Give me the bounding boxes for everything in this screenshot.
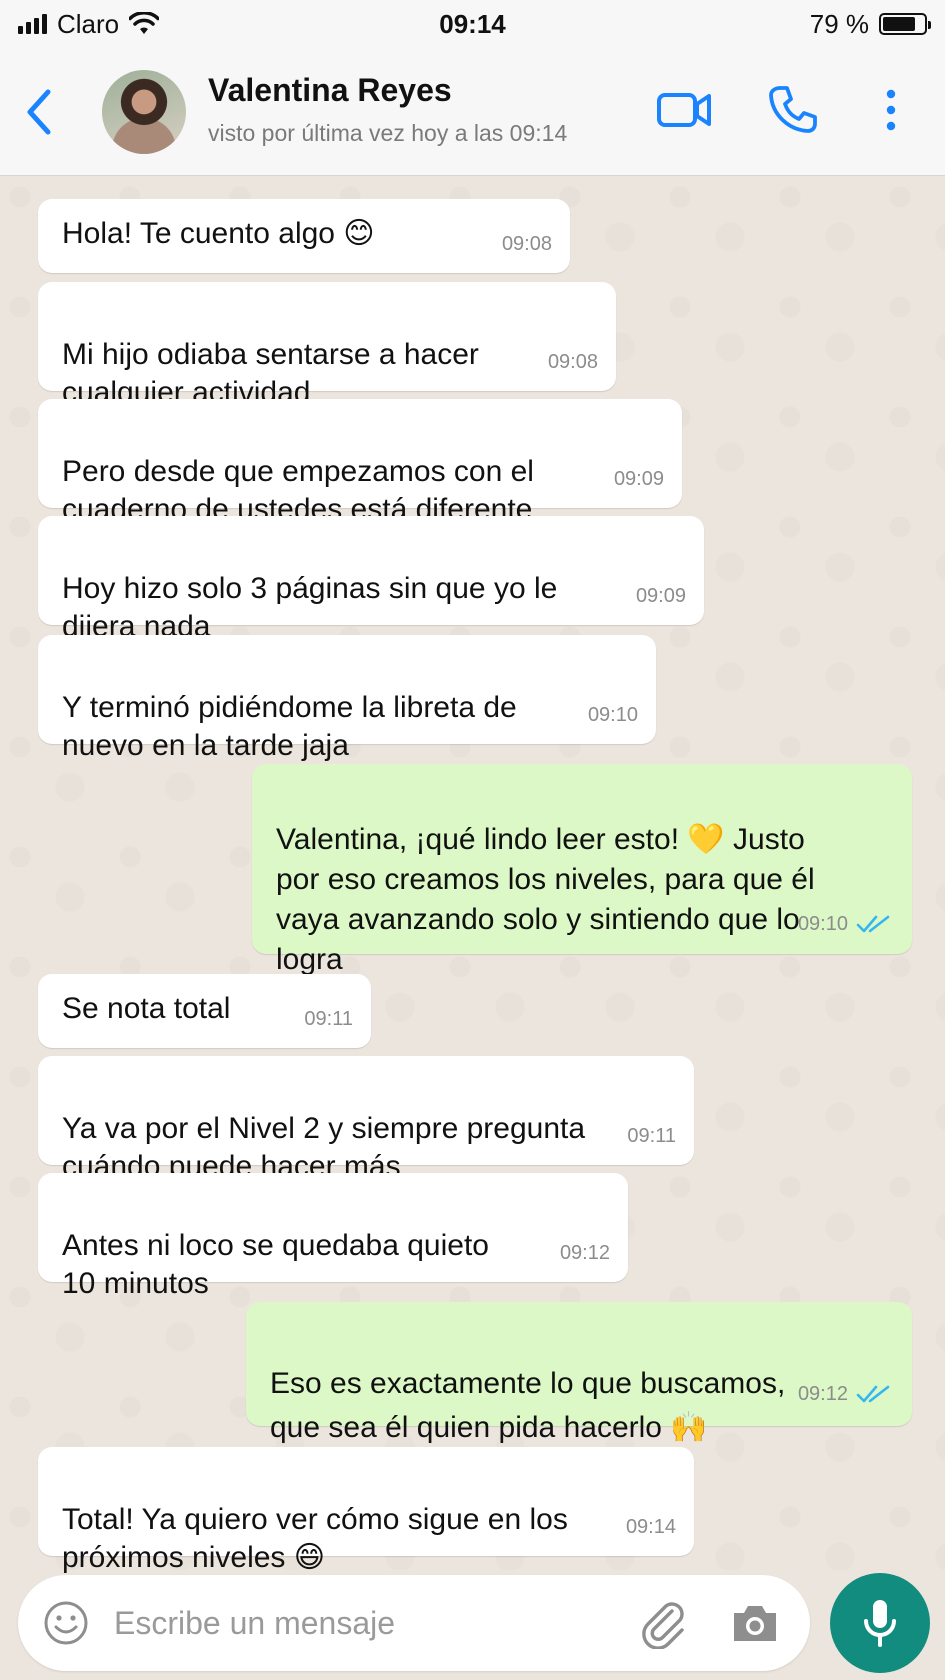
message-incoming[interactable]: Antes ni loco se quedaba quieto 10 minut… [38,1173,628,1300]
message-time: 09:09 [635,585,686,607]
last-seen-status: visto por última vez hoy a las 09:14 [208,120,568,146]
message-time: 09:10 [587,704,638,726]
battery-icon [879,13,931,35]
message-incoming[interactable]: Y terminó pidiéndome la libreta de nuevo… [38,635,656,762]
avatar[interactable] [102,70,186,154]
message-outgoing[interactable]: Valentina, ¡qué lindo leer esto! 💛 Justo… [252,764,912,976]
message-text: Y terminó pidiéndome la libreta de nuevo… [62,691,517,762]
message-incoming[interactable]: Pero desde que empezamos con el cuaderno… [38,399,682,526]
video-call-icon[interactable] [656,88,712,132]
message-time: 09:09 [613,468,664,490]
message-text: Hola! Te cuento algo 😊 [62,217,375,250]
message-text: Eso es exactamente lo que buscamos, que … [270,1367,786,1444]
chat-area[interactable]: Hola! Te cuento algo 😊 09:08 Mi hijo odi… [0,177,945,1574]
message-time: 09:10 [797,913,848,935]
message-incoming[interactable]: Se nota total 09:11 [38,974,371,1048]
back-icon[interactable] [20,86,60,138]
attach-icon[interactable] [638,1597,688,1649]
message-input-container[interactable] [18,1575,810,1671]
status-left: Claro [18,8,160,40]
message-text: Total! Ya quiero ver cómo sigue en los p… [62,1503,568,1574]
message-time: 09:12 [797,1383,848,1405]
emoji-icon[interactable] [42,1599,90,1647]
message-time: 09:14 [625,1516,676,1538]
message-incoming[interactable]: Ya va por el Nivel 2 y siempre pregunta … [38,1056,694,1183]
message-incoming[interactable]: Total! Ya quiero ver cómo sigue en los p… [38,1447,694,1574]
microphone-icon [864,1600,896,1647]
more-options-icon[interactable] [876,86,906,134]
message-time: 09:12 [559,1242,610,1264]
input-bar [0,1570,945,1680]
status-right: 79 % [809,8,931,40]
contact-name[interactable]: Valentina Reyes [208,72,452,109]
read-receipt-icon [856,915,890,933]
message-text: Antes ni loco se quedaba quieto 10 minut… [62,1229,489,1300]
message-time: 09:08 [501,233,552,255]
message-incoming[interactable]: Hola! Te cuento algo 😊 09:08 [38,199,570,273]
voice-message-button[interactable] [830,1573,930,1673]
message-incoming[interactable]: Hoy hizo solo 3 páginas sin que yo le di… [38,516,704,643]
read-receipt-icon [856,1385,890,1403]
battery-fill [883,17,915,31]
phone-icon[interactable] [768,84,818,134]
message-incoming[interactable]: Mi hijo odiaba sentarse a hacer cualquie… [38,282,616,409]
message-time: 09:08 [547,351,598,373]
signal-icon [18,14,47,34]
message-input[interactable] [114,1597,634,1649]
camera-icon[interactable] [730,1601,780,1645]
message-outgoing[interactable]: Eso es exactamente lo que buscamos, que … [246,1302,912,1444]
message-time: 09:11 [627,1125,676,1147]
message-text: Valentina, ¡qué lindo leer esto! 💛 Justo… [276,823,815,976]
wifi-icon [129,12,160,34]
status-bar: Claro 09:14 79 % [0,0,945,48]
battery-percentage: 79 % [809,8,869,39]
message-time: 09:11 [304,1008,353,1030]
carrier-label: Claro [57,8,120,39]
chat-header: Valentina Reyes visto por última vez hoy… [0,48,945,176]
